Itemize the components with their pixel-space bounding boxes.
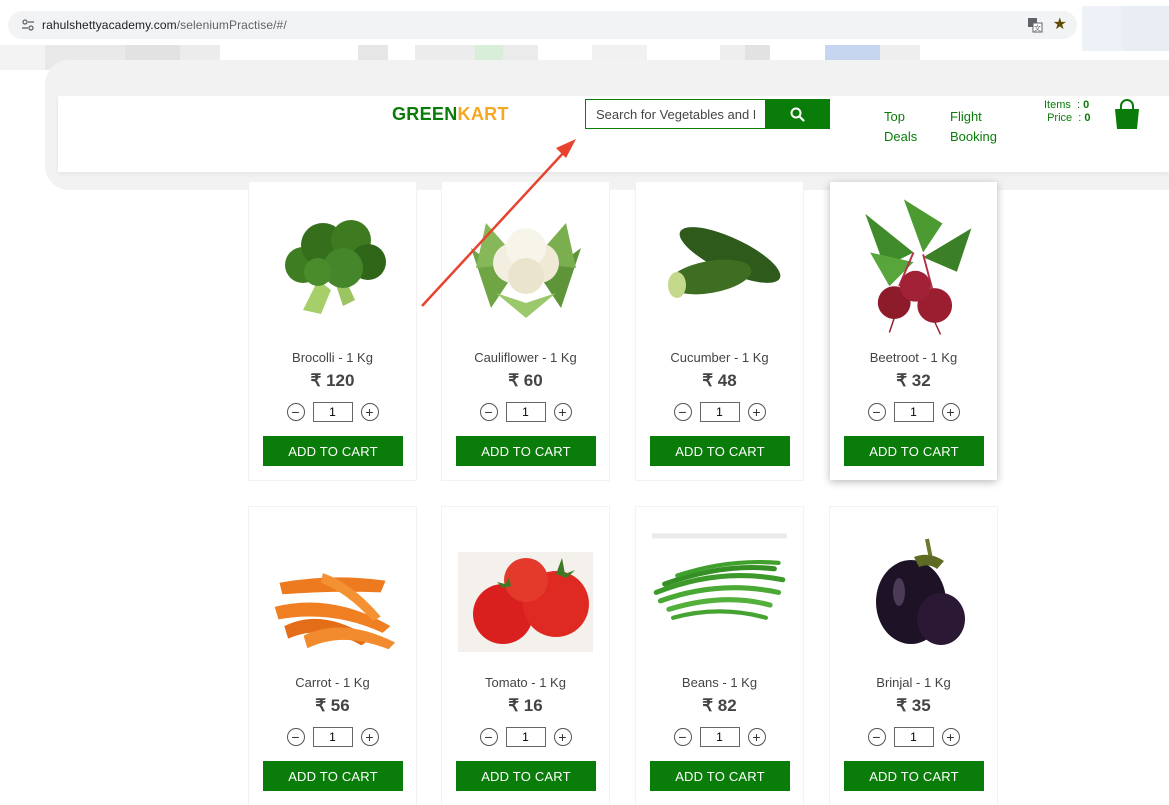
url-text: rahulshettyacademy.com/seleniumPractise/… xyxy=(42,18,287,32)
site-settings-icon[interactable] xyxy=(18,15,38,35)
product-card-beetroot: Beetroot - 1 Kg ₹ 32 − + ADD TO CART xyxy=(830,182,997,480)
nav-link-flight-booking-line1: Flight xyxy=(950,109,982,124)
product-name: Beans - 1 Kg xyxy=(681,675,758,690)
product-card-beans: Beans - 1 Kg ₹ 82 − + ADD TO CART xyxy=(636,507,803,805)
decrement-button[interactable]: − xyxy=(479,403,498,421)
add-to-cart-button[interactable]: ADD TO CART xyxy=(844,436,984,466)
product-card-carrot: Carrot - 1 Kg ₹ 56 − + ADD TO CART xyxy=(249,507,416,805)
beans-image xyxy=(652,519,787,649)
decrement-button[interactable]: − xyxy=(286,403,305,421)
add-to-cart-button[interactable]: ADD TO CART xyxy=(456,436,596,466)
decrement-button[interactable]: − xyxy=(673,728,692,746)
product-price: ₹ 32 xyxy=(896,371,931,390)
product-price: ₹ 48 xyxy=(702,371,737,390)
product-price: ₹ 35 xyxy=(896,696,931,715)
product-price: ₹ 16 xyxy=(508,696,543,715)
brand-logo-green-part: GREEN xyxy=(392,104,458,124)
tomato-image xyxy=(458,537,593,667)
decrement-button[interactable]: − xyxy=(286,728,305,746)
quantity-input[interactable] xyxy=(699,727,740,747)
increment-button[interactable]: + xyxy=(747,403,766,421)
product-card-brinjal: Brinjal - 1 Kg ₹ 35 − + ADD TO CART xyxy=(830,507,997,805)
increment-button[interactable]: + xyxy=(553,403,572,421)
increment-button[interactable]: + xyxy=(941,403,960,421)
brand-logo-orange-part: KART xyxy=(457,104,509,124)
brinjal-image xyxy=(846,532,981,662)
cart-price-value: 0 xyxy=(1084,112,1091,124)
product-name: Carrot - 1 Kg xyxy=(295,675,370,690)
product-name: Cauliflower - 1 Kg xyxy=(474,350,577,365)
quantity-stepper: − + xyxy=(636,727,803,747)
quantity-stepper: − + xyxy=(249,402,416,422)
product-name: Brocolli - 1 Kg xyxy=(292,350,373,365)
product-name: Brinjal - 1 Kg xyxy=(876,675,951,690)
add-to-cart-button[interactable]: ADD TO CART xyxy=(844,761,984,791)
quantity-stepper: − + xyxy=(442,402,609,422)
product-name: Tomato - 1 Kg xyxy=(485,675,566,690)
quantity-input[interactable] xyxy=(505,727,546,747)
increment-button[interactable]: + xyxy=(360,403,379,421)
cart-summary: Items : 0 Price : 0 xyxy=(1044,99,1091,124)
product-card-tomato: Tomato - 1 Kg ₹ 16 − + ADD TO CART xyxy=(442,507,609,805)
nav-link-top-deals-line1: Top xyxy=(884,109,905,124)
product-card-cucumber: Cucumber - 1 Kg ₹ 48 − + ADD TO CART xyxy=(636,182,803,480)
decrement-button[interactable]: − xyxy=(867,403,886,421)
quantity-input[interactable] xyxy=(699,402,740,422)
cart-bag-icon[interactable] xyxy=(1112,98,1142,130)
product-name: Cucumber - 1 Kg xyxy=(670,350,769,365)
translate-icon[interactable]: 文 xyxy=(1027,17,1043,33)
brand-logo[interactable]: GREENKART xyxy=(392,104,509,125)
cauliflower-image xyxy=(458,200,593,330)
quantity-input[interactable] xyxy=(893,402,934,422)
add-to-cart-button[interactable]: ADD TO CART xyxy=(263,436,403,466)
cart-items-count: 0 xyxy=(1083,99,1090,111)
add-to-cart-button[interactable]: ADD TO CART xyxy=(650,436,790,466)
increment-button[interactable]: + xyxy=(747,728,766,746)
product-price: ₹ 60 xyxy=(508,371,543,390)
decrement-button[interactable]: − xyxy=(673,403,692,421)
nav-link-flight-booking-line2: Booking xyxy=(950,129,997,144)
carrot-image xyxy=(265,537,400,667)
cucumber-image xyxy=(652,200,787,330)
product-card-cauliflower: Cauliflower - 1 Kg ₹ 60 − + ADD TO CART xyxy=(442,182,609,480)
nav-link-flight-booking[interactable]: Flight Booking xyxy=(950,107,997,147)
nav-link-top-deals-line2: Deals xyxy=(884,129,918,144)
increment-button[interactable]: + xyxy=(941,728,960,746)
add-to-cart-button[interactable]: ADD TO CART xyxy=(263,761,403,791)
cart-price-label: Price xyxy=(1047,112,1073,124)
quantity-stepper: − + xyxy=(636,402,803,422)
beetroot-image xyxy=(846,192,981,337)
quantity-input[interactable] xyxy=(312,727,353,747)
product-price: ₹ 56 xyxy=(315,696,350,715)
address-bar[interactable]: rahulshettyacademy.com/seleniumPractise/… xyxy=(8,11,1077,39)
search-button[interactable] xyxy=(765,99,830,129)
increment-button[interactable]: + xyxy=(360,728,379,746)
quantity-input[interactable] xyxy=(893,727,934,747)
search-icon xyxy=(790,107,805,122)
quantity-stepper: − + xyxy=(830,727,997,747)
product-name: Beetroot - 1 Kg xyxy=(869,350,958,365)
product-price: ₹ 120 xyxy=(310,371,355,390)
quantity-stepper: − + xyxy=(830,402,997,422)
product-card-brocolli: Brocolli - 1 Kg ₹ 120 − + ADD TO CART xyxy=(249,182,416,480)
quantity-stepper: − + xyxy=(249,727,416,747)
quantity-input[interactable] xyxy=(505,402,546,422)
search-input[interactable] xyxy=(585,99,766,129)
url-path: /seleniumPractise/#/ xyxy=(176,18,287,32)
nav-link-top-deals[interactable]: Top Deals xyxy=(884,107,917,147)
cart-items-label: Items xyxy=(1044,99,1071,111)
decrement-button[interactable]: − xyxy=(479,728,498,746)
url-host: rahulshettyacademy.com xyxy=(42,18,177,32)
broccoli-image xyxy=(265,200,400,330)
increment-button[interactable]: + xyxy=(553,728,572,746)
decrement-button[interactable]: − xyxy=(867,728,886,746)
quantity-input[interactable] xyxy=(312,402,353,422)
bookmark-star-icon[interactable]: ★ xyxy=(1053,15,1067,35)
add-to-cart-button[interactable]: ADD TO CART xyxy=(650,761,790,791)
svg-text:文: 文 xyxy=(1034,24,1041,33)
product-price: ₹ 82 xyxy=(702,696,737,715)
add-to-cart-button[interactable]: ADD TO CART xyxy=(456,761,596,791)
quantity-stepper: − + xyxy=(442,727,609,747)
